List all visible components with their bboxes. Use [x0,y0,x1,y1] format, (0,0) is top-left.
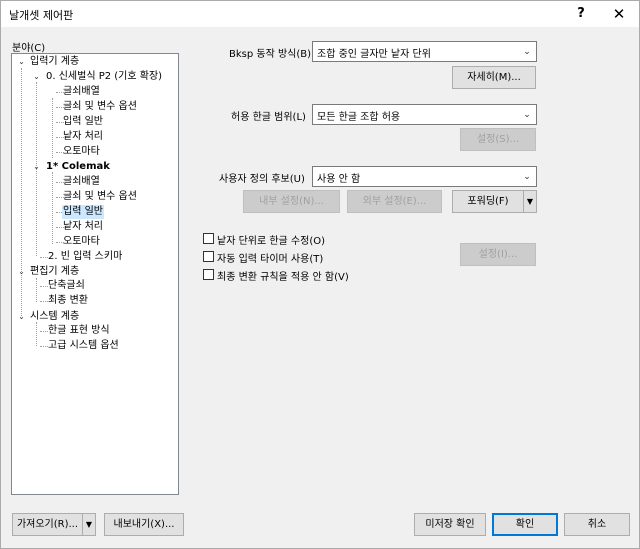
title-bar: 날개셋 제어판 ? ✕ [1,1,639,27]
collapse-icon[interactable]: ⌄ [17,267,26,276]
tree-item-keymap[interactable]: 글쇠배열 [62,85,101,99]
tree-label: 분야(C) [12,43,46,54]
window-title: 날개셋 제어판 [9,9,74,22]
auto-timer-label[interactable]: 자동 입력 타이머 사용(T) [217,250,323,265]
forwarding-dropdown-icon[interactable]: ▼ [523,190,537,213]
tree-item-editor-layer[interactable]: 편집기 계층 [29,265,80,279]
candidate-label: 사용자 정의 후보(U) [219,174,305,185]
external-settings-button[interactable]: 외부 설정(E)... [347,190,442,213]
export-button[interactable]: 내보내기(X)... [104,513,184,536]
forwarding-button[interactable]: 포워딩(F) [452,190,524,213]
tree-item-schema-0[interactable]: 0. 신세벌식 P2 (기호 확장) [45,70,163,84]
tree-item-automata[interactable]: 오토마타 [62,235,101,249]
collapse-icon[interactable]: ⌄ [32,72,41,81]
collapse-icon[interactable]: ⌄ [17,312,26,321]
timer-settings-button[interactable]: 설정(I)... [460,243,536,266]
candidate-combo[interactable]: 사용 안 함 ⌄ [312,166,537,187]
bksp-value: 조합 중인 글자만 낱자 단위 [317,49,431,60]
category-tree[interactable]: ⌄ ⌄ ⌄ ⌄ ⌄ 입력기 계층 0. 신세벌식 P2 (기호 확장) 글쇠배열… [11,53,179,495]
range-label: 허용 한글 범위(L) [231,112,306,123]
tree-item-key-options[interactable]: 글쇠 및 변수 옵션 [62,100,138,114]
final-rule-label[interactable]: 최종 변환 규칙을 적용 안 함(V) [217,268,349,283]
tree-item-schema-2[interactable]: 2. 빈 입력 스키마 [47,250,123,264]
range-combo[interactable]: 모든 한글 조합 허용 ⌄ [312,104,537,125]
collapse-icon[interactable]: ⌄ [32,162,41,171]
tree-item-input-general-selected[interactable]: 입력 일반 [62,205,104,219]
close-button[interactable]: ✕ [601,1,637,27]
ok-button[interactable]: 확인 [492,513,558,536]
import-dropdown-icon[interactable]: ▼ [82,513,96,536]
auto-timer-checkbox[interactable] [203,251,214,262]
final-rule-checkbox[interactable] [203,269,214,280]
tree-item-automata[interactable]: 오토마타 [62,145,101,159]
cancel-button[interactable]: 취소 [564,513,630,536]
tree-item-shortcuts[interactable]: 단축글쇠 [47,279,86,293]
internal-settings-button[interactable]: 내부 설정(N)... [243,190,340,213]
chevron-down-icon: ⌄ [523,47,531,57]
control-panel-window: 날개셋 제어판 ? ✕ 분야(C) ⌄ ⌄ ⌄ ⌄ ⌄ 입력기 계층 0. 신세… [0,0,640,549]
chevron-down-icon: ⌄ [523,110,531,120]
collapse-icon[interactable]: ⌄ [17,57,26,66]
bksp-label: Bksp 동작 방식(B) [229,49,312,60]
tree-item-advanced-system[interactable]: 고급 시스템 옵션 [47,339,120,353]
jamo-edit-checkbox[interactable] [203,233,214,244]
tree-item-input-layer[interactable]: 입력기 계층 [29,55,80,69]
tree-item-schema-1[interactable]: 1* Colemak [45,160,111,174]
range-settings-button[interactable]: 설정(S)... [460,128,536,151]
detail-button[interactable]: 자세히(M)... [452,66,536,89]
jamo-edit-label[interactable]: 낱자 단위로 한글 수정(O) [217,232,325,247]
bksp-combo[interactable]: 조합 중인 글자만 낱자 단위 ⌄ [312,41,537,62]
tree-item-jamo-processing[interactable]: 낱자 처리 [62,220,104,234]
tree-item-input-general[interactable]: 입력 일반 [62,115,104,129]
tree-item-hangul-representation[interactable]: 한글 표현 방식 [47,324,111,338]
tree-item-final-conversion[interactable]: 최종 변환 [47,294,89,308]
help-button[interactable]: ? [563,1,599,27]
unsaved-check-button[interactable]: 미저장 확인 [414,513,486,536]
range-value: 모든 한글 조합 허용 [317,112,401,123]
tree-item-system-layer[interactable]: 시스템 계층 [29,310,80,324]
tree-item-jamo-processing[interactable]: 낱자 처리 [62,130,104,144]
tree-item-key-options[interactable]: 글쇠 및 변수 옵션 [62,190,138,204]
import-button[interactable]: 가져오기(R)... [12,513,83,536]
candidate-value: 사용 안 함 [317,174,361,185]
chevron-down-icon: ⌄ [523,172,531,182]
tree-item-keymap[interactable]: 글쇠배열 [62,175,101,189]
